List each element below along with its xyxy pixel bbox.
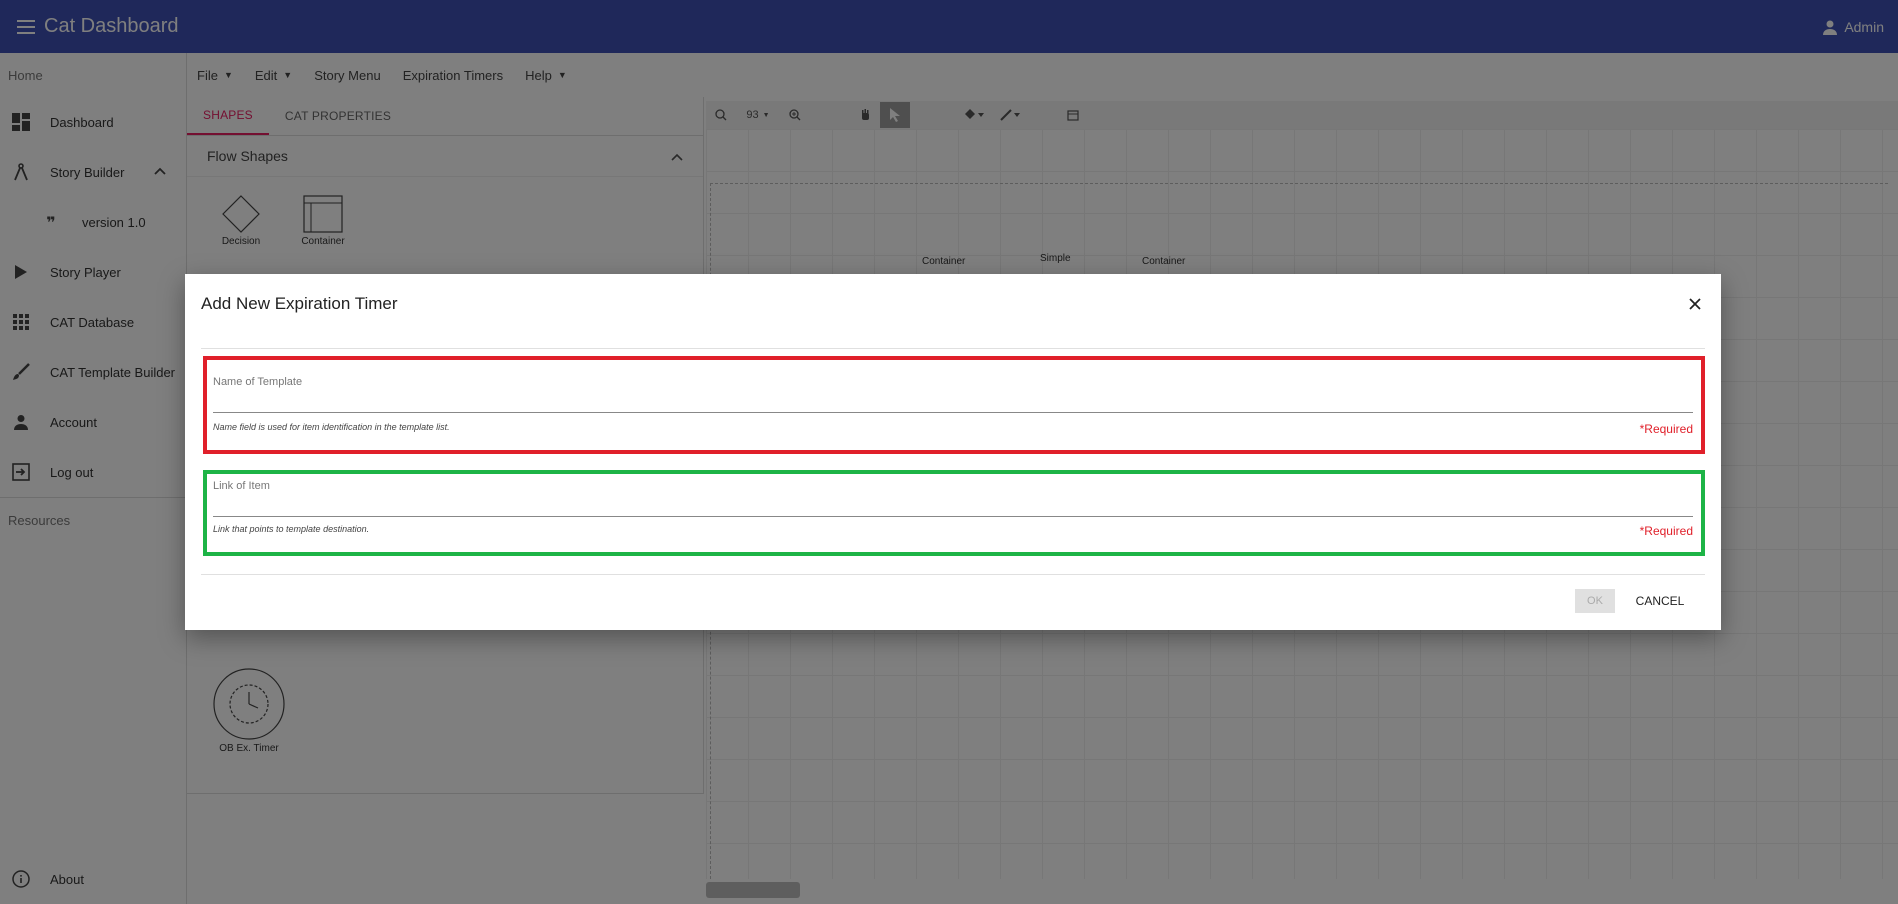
link-of-item-field: Link of Item Link that points to templat… [203,470,1705,556]
field-label: Link of Item [213,480,270,492]
add-expiration-timer-dialog: Add New Expiration Timer Name of Templat… [185,274,1721,630]
item-link-input[interactable] [213,494,1693,517]
dialog-divider [201,574,1705,575]
template-name-input[interactable] [213,390,1693,413]
name-of-template-field: Name of Template Name field is used for … [203,356,1705,454]
field-label: Name of Template [213,376,303,388]
field-helper-text: Link that points to template destination… [213,524,370,534]
ok-button[interactable]: OK [1575,589,1615,613]
close-icon[interactable] [1683,292,1707,316]
required-indicator: *Required [1639,422,1693,436]
field-helper-text: Name field is used for item identificati… [213,422,450,432]
required-indicator: *Required [1639,524,1693,538]
dialog-divider [201,348,1705,349]
cancel-button[interactable]: CANCEL [1625,589,1695,613]
dialog-title: Add New Expiration Timer [201,294,398,313]
